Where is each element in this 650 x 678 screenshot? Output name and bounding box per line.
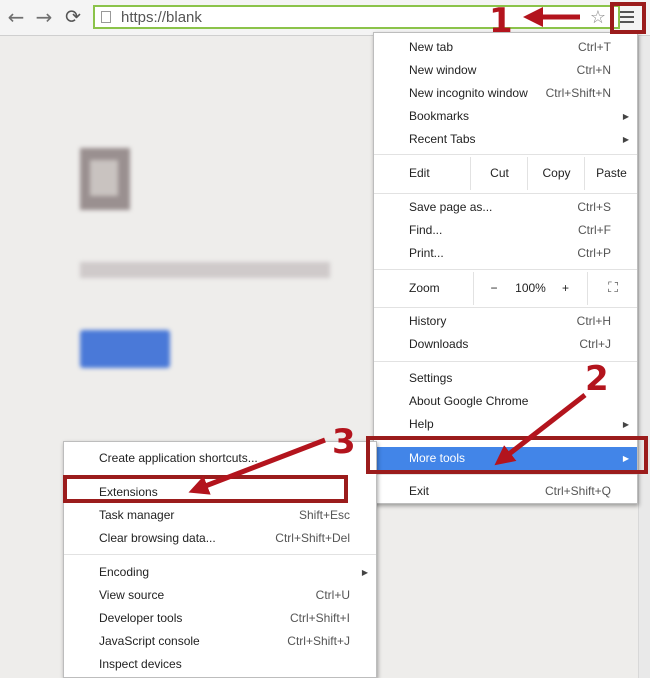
step-number-2: 2 xyxy=(585,359,609,399)
annotation-arrows xyxy=(188,7,587,495)
step-number-1: 1 xyxy=(489,1,513,41)
arrow-step-3 xyxy=(188,437,326,495)
arrow-step-2 xyxy=(494,393,587,466)
step-number-3: 3 xyxy=(332,422,356,462)
